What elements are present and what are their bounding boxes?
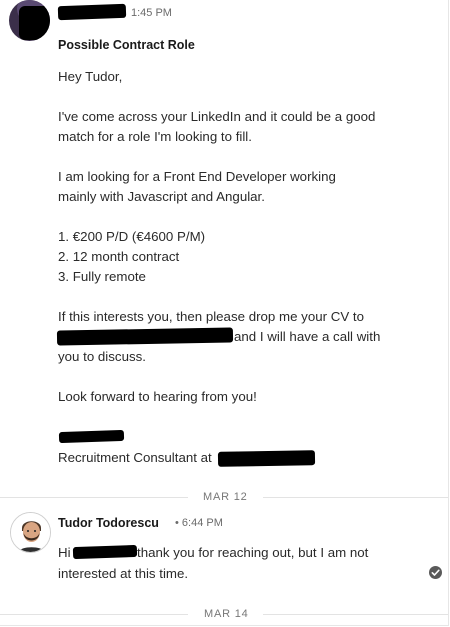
- message-paragraph-line: you to discuss.: [58, 349, 146, 364]
- list-item: 3. Fully remote: [58, 269, 146, 284]
- avatar-image: [11, 513, 50, 552]
- message-paragraph-line: thank you for reaching out, but I am not: [137, 545, 369, 560]
- list-item: 2. 12 month contract: [58, 249, 180, 264]
- message-paragraph-line: match for a role I'm looking to fill.: [58, 129, 252, 144]
- date-divider-line: [0, 614, 188, 615]
- message-paragraph-line: Hi: [58, 545, 71, 560]
- conversation-thread: 1:45 PM Possible Contract Role Hey Tudor…: [0, 0, 449, 626]
- redacted-signature-name: [58, 429, 125, 444]
- date-divider-label: MAR 14: [204, 608, 249, 620]
- message-paragraph-line: interested at this time.: [58, 566, 189, 581]
- date-divider-label: MAR 12: [203, 491, 248, 503]
- signature-title: Recruitment Consultant at: [58, 450, 212, 465]
- message-greeting: Hey Tudor,: [58, 69, 123, 84]
- date-divider-line: [263, 614, 448, 615]
- sender-avatar[interactable]: [9, 0, 50, 41]
- message-subject: Possible Contract Role: [58, 38, 195, 52]
- message-paragraph-line: I am looking for a Front End Developer w…: [58, 169, 336, 184]
- check-circle-icon: [429, 566, 442, 579]
- redacted-sender-name[interactable]: [57, 3, 127, 21]
- message-paragraph-line: If this interests you, then please drop …: [58, 309, 364, 324]
- list-item: 1. €200 P/D (€4600 P/M): [58, 229, 206, 244]
- check-icon: [431, 569, 440, 576]
- sender-name[interactable]: Tudor Todorescu: [58, 516, 159, 530]
- redacted-recipient-name: [72, 544, 138, 560]
- redaction-mark: [19, 6, 50, 40]
- sender-avatar[interactable]: [10, 512, 51, 553]
- redacted-company: [217, 450, 316, 467]
- message-paragraph-line: and I will have a call with: [234, 329, 381, 344]
- redacted-email: [56, 327, 234, 346]
- message-paragraph-line: I've come across your LinkedIn and it co…: [58, 109, 376, 124]
- message-timestamp: 1:45 PM: [131, 7, 172, 19]
- message-timestamp: • 6:44 PM: [175, 517, 223, 529]
- date-divider-line: [263, 497, 448, 498]
- date-divider-line: [0, 497, 188, 498]
- message-paragraph-line: mainly with Javascript and Angular.: [58, 189, 265, 204]
- message-closing: Look forward to hearing from you!: [58, 389, 257, 404]
